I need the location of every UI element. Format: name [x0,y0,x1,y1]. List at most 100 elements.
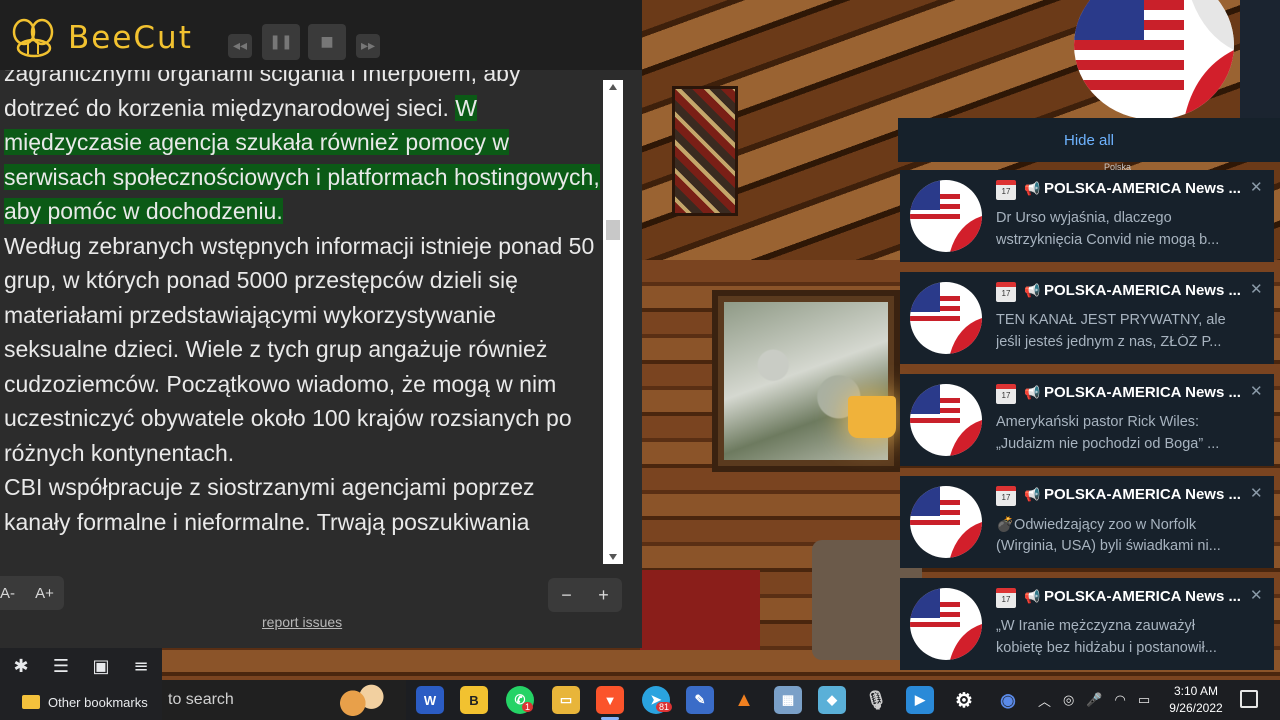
brave-browser-icon[interactable]: ▼ [596,686,624,714]
next-button[interactable]: ▸▸ [356,34,380,58]
notification-card[interactable]: 17 📢 POLSKA-AMERICA News ... ✕ 💣Odwiedza… [900,476,1274,568]
taskbar-search[interactable]: to search [162,680,406,720]
close-icon[interactable]: ✕ [1250,382,1263,400]
file-explorer-icon[interactable]: ▭ [552,686,580,714]
vlc-icon[interactable]: ▲ [730,686,758,714]
megaphone-icon: 📢 [1024,386,1041,401]
megaphone-icon: 📢 [1024,182,1041,197]
font-increase-button[interactable]: A+ [35,585,54,602]
megaphone-icon: 📢 [1024,284,1041,299]
clock-time: 3:10 AM [1173,684,1219,698]
side-table [640,570,760,650]
scroll-down-arrow-icon[interactable] [609,554,617,560]
text-run: zagranicznymi organami ścigania i Interp… [4,70,521,121]
reader-panel: BeeCut ◂◂ ❚❚ ■ ▸▸ zagranicznymi organami… [0,0,642,648]
notification-card[interactable]: 17 📢 POLSKA-AMERICA News ... ✕ Dr Urso w… [900,170,1274,262]
notification-card[interactable]: 17 📢 POLSKA-AMERICA News ... ✕ „W Iranie… [900,578,1274,670]
pause-button[interactable]: ❚❚ [262,24,300,60]
previous-button[interactable]: ◂◂ [228,34,252,58]
zoom-out-button[interactable]: − [561,585,572,606]
wall-rug [672,86,738,216]
beecut-icon[interactable]: B [460,686,488,714]
reader-text-area[interactable]: zagranicznymi organami ścigania i Interp… [0,70,602,566]
close-icon[interactable]: ✕ [1250,586,1263,604]
zoom-control: − + [548,578,622,612]
zoom-in-button[interactable]: + [598,585,609,606]
channel-avatar-icon [910,282,982,354]
settings-gear-icon[interactable]: ⚙ [950,686,978,714]
stop-icon: ■ [320,34,334,50]
app-icon-blue[interactable]: ✎ [686,686,714,714]
search-highlight-image [328,684,390,716]
calendar-icon: 17 [996,588,1016,608]
notification-line-2: jeśli jesteś jednym z nas, ZŁÓŻ P... [996,334,1222,350]
microphone-icon[interactable]: 🎙 [862,686,890,714]
notification-line-1: TEN KANAŁ JEST PRYWATNY, ale [996,312,1226,328]
notification-line-2: „Judaizm nie pochodzi od Boga” ... [996,436,1220,452]
wallet-icon[interactable]: ▣ [90,655,112,677]
image-viewer-icon[interactable]: ▦ [774,686,802,714]
calendar-icon: 17 [996,384,1016,404]
megaphone-icon: 📢 [1024,590,1041,605]
notification-line-1: 💣Odwiedzający zoo w Norfolk [996,517,1197,533]
folder-icon [22,695,40,709]
reader-toolbar: BeeCut ◂◂ ❚❚ ■ ▸▸ [0,0,642,70]
search-text: to search [168,691,234,708]
font-decrease-button[interactable]: A- [0,585,15,602]
taskbar-clock[interactable]: 3:10 AM 9/26/2022 [1152,683,1240,717]
text-run: Według zebranych wstępnych informacji is… [4,232,595,466]
channel-avatar-icon [910,384,982,456]
pause-icon: ❚❚ [269,34,293,50]
notification-card[interactable]: 17 📢 POLSKA-AMERICA News ... ✕ TEN KANAŁ… [900,272,1274,364]
system-tray: ︿ ◎ 🎤 ◠ ▭ [1038,680,1150,720]
notification-line-2: wstrzyknięcia Convid nie mogą b... [996,232,1220,248]
logo-text: BeeCut [68,20,193,56]
close-icon[interactable]: ✕ [1250,178,1263,196]
notification-stack: Hide all Polska 17 📢 POLSKA-AMERICA News… [898,118,1280,670]
notification-title: POLSKA-AMERICA News ... [1044,180,1241,197]
close-icon[interactable]: ✕ [1250,484,1263,502]
notification-line-1: Amerykański pastor Rick Wiles: [996,414,1200,430]
menu-icon[interactable]: ≡ [130,655,152,677]
fast-forward-icon: ▸▸ [360,38,376,54]
telegram-badge: 81 [656,702,673,712]
hide-all-button[interactable]: Hide all [1064,132,1114,149]
notes-icon[interactable]: ◆ [818,686,846,714]
whatsapp-badge: 1 [522,702,534,712]
app-ring-icon[interactable]: ◉ [994,686,1022,714]
paragraph: Według zebranych wstępnych informacji is… [4,229,600,471]
battery-icon[interactable]: ▭ [1138,693,1150,708]
scrollbar[interactable] [603,80,623,564]
chevron-up-icon[interactable]: ︿ [1038,691,1051,710]
notification-line-2: kobietę bez hidżabu i postanowił... [996,640,1217,656]
reading-list-icon[interactable]: ☰ [50,655,72,677]
wifi-icon[interactable]: ◠ [1115,693,1126,708]
beecut-logo: BeeCut [8,18,193,58]
word-icon[interactable]: W [416,686,444,714]
notification-title: POLSKA-AMERICA News ... [1044,282,1241,299]
notification-title: POLSKA-AMERICA News ... [1044,384,1241,401]
channel-avatar-icon [910,588,982,660]
video-player-icon[interactable]: ▶ [906,686,934,714]
scroll-up-arrow-icon[interactable] [609,84,617,90]
report-issues-link[interactable]: report issues [262,614,342,630]
notification-line-2: (Wirginia, USA) byli świadkami ni... [996,538,1221,554]
stop-button[interactable]: ■ [308,24,346,60]
tray-app-icon[interactable]: ◎ [1063,693,1074,708]
microphone-tray-icon[interactable]: 🎤 [1086,693,1102,708]
bee-icon [12,18,54,58]
other-bookmarks-button[interactable]: Other bookmarks [48,695,148,710]
rewind-icon: ◂◂ [232,38,248,54]
channel-avatar-icon [910,180,982,252]
close-icon[interactable]: ✕ [1250,280,1263,298]
notification-center-icon[interactable] [1240,690,1258,708]
hide-all-bar: Hide all [898,118,1280,162]
scroll-thumb[interactable] [606,220,620,240]
calendar-icon: 17 [996,486,1016,506]
notification-title: POLSKA-AMERICA News ... [1044,588,1241,605]
notification-card[interactable]: 17 📢 POLSKA-AMERICA News ... ✕ Amerykańs… [900,374,1274,466]
font-size-control: A- A+ [0,576,64,610]
windows-taskbar: to search W B ✆ 1 ▭ ▼ ➤ 81 ✎ ▲ ▦ ◆ 🎙 ▶ ⚙… [162,680,1280,720]
extensions-puzzle-icon[interactable]: ✱ [10,655,32,677]
notification-line-1: Dr Urso wyjaśnia, dlaczego [996,210,1172,226]
